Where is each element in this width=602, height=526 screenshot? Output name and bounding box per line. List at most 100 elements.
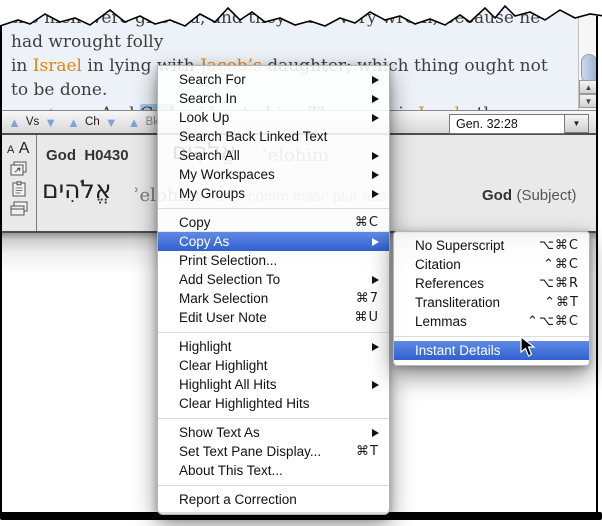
submenu-item-citation[interactable]: Citation ⌃⌘C [394, 255, 589, 274]
menu-shortcut: ⌥⌘C [539, 238, 579, 253]
menu-item-search-back-linked-text[interactable]: Search Back Linked Text [158, 127, 389, 146]
chapter-up-button[interactable]: ▲ [67, 116, 80, 129]
submenu-arrow-icon [372, 190, 379, 198]
submenu-arrow-icon [372, 381, 379, 389]
verse-up-button[interactable]: ▲ [8, 116, 21, 129]
menu-shortcut: ⌃⌥⌘C [527, 314, 579, 329]
reference-combobox[interactable]: Gen. 32:28 ▼ [449, 114, 589, 134]
submenu-arrow-icon [372, 114, 379, 122]
lemma-gloss: God H0430 [46, 147, 129, 164]
screenshot-right-edge [596, 16, 598, 513]
menu-item-clear-highlight[interactable]: Clear Highlight [158, 356, 389, 375]
clipboard-icon[interactable] [10, 181, 28, 197]
menu-item-label: No Superscript [415, 238, 504, 253]
increase-font-icon[interactable]: A [19, 140, 30, 157]
submenu-item-no-superscript[interactable]: No Superscript ⌥⌘C [394, 236, 589, 255]
menu-item-highlight[interactable]: Highlight [158, 337, 389, 356]
chapter-nav-label: Ch [85, 116, 100, 128]
menu-item-label: Copy As [179, 234, 229, 249]
menu-item-label: Report a Correction [179, 492, 297, 507]
accordance-screenshot: the men were grieved, and they were very… [0, 0, 602, 526]
menu-item-label: Clear Highlighted Hits [179, 396, 310, 411]
menu-item-label: Lemmas [415, 314, 467, 329]
context-menu: Search For Search In Look Up Search Back… [157, 65, 390, 515]
up-arrow-icon: ▲ [585, 83, 593, 92]
menu-item-label: Instant Details [415, 343, 501, 358]
chapter-down-button[interactable]: ▼ [105, 116, 118, 129]
menu-shortcut: ⌃⌘C [543, 257, 579, 272]
menu-item-label: Citation [415, 257, 461, 272]
submenu-item-instant-details[interactable]: Instant Details [394, 341, 589, 360]
menu-item-label: Highlight All Hits [179, 377, 277, 392]
menu-shortcut: ⌘C [355, 215, 379, 230]
menu-item-label: About This Text... [179, 463, 283, 478]
submenu-arrow-icon [372, 95, 379, 103]
menu-item-label: Edit User Note [179, 310, 267, 325]
menu-item-label: Highlight [179, 339, 232, 354]
menu-item-about-this-text[interactable]: About This Text... [158, 461, 389, 480]
dropdown-arrow-icon: ▼ [573, 119, 581, 128]
submenu-arrow-icon [372, 343, 379, 351]
menu-item-label: My Workspaces [179, 167, 275, 182]
submenu-item-references[interactable]: References⌥⌘R [394, 274, 589, 293]
menu-item-report-a-correction[interactable]: Report a Correction [158, 490, 389, 509]
reference-input[interactable]: Gen. 32:28 [449, 114, 565, 134]
submenu-arrow-icon [372, 171, 379, 179]
menu-item-label: Show Text As [179, 425, 260, 440]
verse-nav-label: Vs [26, 116, 39, 128]
book-up-button[interactable]: ▲ [128, 116, 141, 129]
menu-separator [394, 336, 589, 337]
down-arrow-icon: ▼ [585, 97, 593, 106]
panes-icon[interactable] [10, 201, 28, 217]
menu-item-clear-highlighted-hits[interactable]: Clear Highlighted Hits [158, 394, 389, 413]
menu-item-search-for[interactable]: Search For [158, 70, 389, 89]
submenu-arrow-icon [372, 152, 379, 160]
menu-item-label: Search All [179, 148, 240, 163]
menu-shortcut: ⌘U [354, 310, 379, 325]
submenu-arrow-icon [372, 238, 379, 246]
scroll-up-button[interactable]: ▲ [579, 80, 596, 94]
scroll-down-button[interactable]: ▼ [579, 94, 596, 108]
menu-item-edit-user-note[interactable]: Edit User Note ⌘U [158, 308, 389, 327]
mouse-cursor [520, 336, 536, 358]
menu-item-add-selection-to[interactable]: Add Selection To [158, 270, 389, 289]
submenu-item-lemmas[interactable]: Lemmas ⌃⌥⌘C [394, 312, 589, 331]
menu-shortcut: ⌘7 [356, 291, 379, 306]
menu-item-label: Search In [179, 91, 237, 106]
menu-item-label: Search Back Linked Text [179, 129, 327, 144]
decrease-font-icon[interactable]: A [7, 144, 14, 156]
menu-item-highlight-all-hits[interactable]: Highlight All Hits [158, 375, 389, 394]
hebrew-inflected-form: אֱלֹהִים [42, 175, 111, 204]
menu-shortcut: ⌥⌘R [539, 276, 579, 291]
menu-item-copy-as[interactable]: Copy As [158, 232, 389, 251]
open-in-window-icon[interactable] [10, 161, 28, 177]
menu-item-label: Copy [179, 215, 211, 230]
reference-dropdown-button[interactable]: ▼ [565, 114, 589, 133]
scrollbar-thumb[interactable] [581, 54, 596, 83]
menu-item-print-selection[interactable]: Print Selection... [158, 251, 389, 270]
menu-item-look-up[interactable]: Look Up [158, 108, 389, 127]
verse-down-button[interactable]: ▼ [44, 116, 57, 129]
menu-item-search-all[interactable]: Search All [158, 146, 389, 165]
menu-item-mark-selection[interactable]: Mark Selection⌘7 [158, 289, 389, 308]
menu-item-label: Search For [179, 72, 246, 87]
submenu-arrow-icon [372, 429, 379, 437]
menu-shortcut: ⌃⌘T [544, 295, 579, 310]
menu-item-my-groups[interactable]: My Groups [158, 184, 389, 203]
link-israel[interactable]: Israel [33, 56, 82, 76]
menu-shortcut: ⌘T [356, 444, 379, 459]
menu-separator [158, 418, 389, 419]
menu-item-label: Print Selection... [179, 253, 277, 268]
menu-item-my-workspaces[interactable]: My Workspaces [158, 165, 389, 184]
submenu-arrow-icon [372, 76, 379, 84]
menu-item-search-in[interactable]: Search In [158, 89, 389, 108]
submenu-item-transliteration[interactable]: Transliteration⌃⌘T [394, 293, 589, 312]
menu-item-copy[interactable]: Copy ⌘C [158, 213, 389, 232]
submenu-arrow-icon [372, 276, 379, 284]
menu-separator [158, 485, 389, 486]
menu-item-set-text-pane-display[interactable]: Set Text Pane Display...⌘T [158, 442, 389, 461]
menu-item-label: My Groups [179, 186, 245, 201]
menu-item-show-text-as[interactable]: Show Text As [158, 423, 389, 442]
strongs-number: H0430 [84, 147, 128, 164]
font-size-buttons[interactable]: A A [7, 140, 29, 158]
